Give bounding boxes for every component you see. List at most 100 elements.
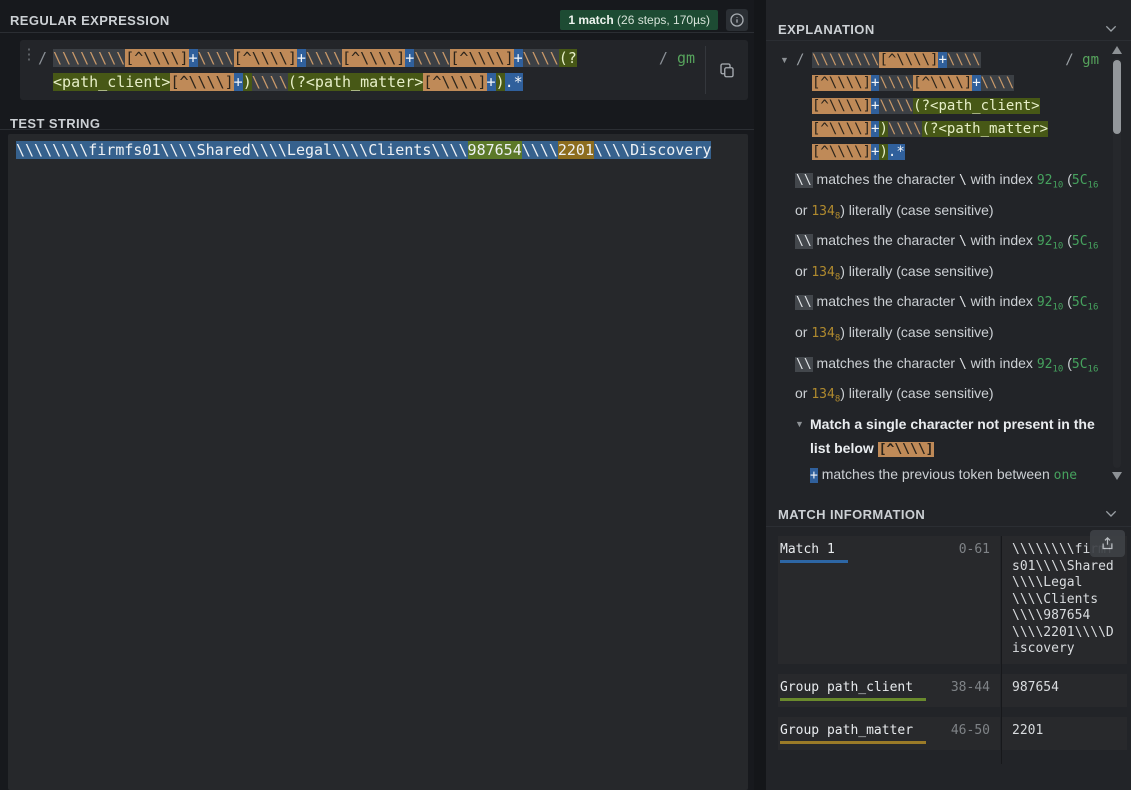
chevron-down-icon xyxy=(1103,506,1119,522)
match-label: Group path_client xyxy=(780,680,926,701)
regex-debugger-info-button[interactable] xyxy=(726,9,748,31)
green-token: 9210 xyxy=(1037,234,1064,249)
group-row[interactable]: Group path_client 38-44 987654 xyxy=(778,674,1127,707)
regex-token-cls: [^\\\\] xyxy=(812,121,871,137)
regex-token-esc: \\\\\\\\ xyxy=(53,49,125,67)
regex-token-quant: + xyxy=(234,73,243,91)
regex-token-group: ) xyxy=(879,121,887,137)
regex-token-quant: + xyxy=(297,49,306,67)
match-value-cell: 987654 xyxy=(1002,674,1127,707)
explanation-item[interactable]: \\ matches the character \ with index 92… xyxy=(795,351,1099,412)
explanation-collapse-button[interactable] xyxy=(1101,19,1121,39)
test-segment-client: 987654 xyxy=(468,141,522,159)
explanation-item[interactable]: + matches the previous token between one… xyxy=(810,462,1099,485)
explanation-item-list: \\ matches the character \ with index 92… xyxy=(780,164,1099,485)
green-token: 9210 xyxy=(1037,173,1064,188)
explanation-header: EXPLANATION xyxy=(778,18,1121,40)
chip-tan-token: [^\\\\] xyxy=(878,442,935,457)
text-segment: ( xyxy=(1063,232,1072,248)
explanation-title: EXPLANATION xyxy=(778,22,875,37)
regex-token-esc: \\\\\\\\ xyxy=(812,52,879,68)
scrollbar-down-arrow-icon[interactable] xyxy=(1112,472,1122,480)
green-token: 5C16 xyxy=(1072,357,1099,372)
match-row[interactable]: Match 10-61\\\\\\\\firmfs01\\\\Shared\\\… xyxy=(778,536,1127,664)
regex-token-quant: + xyxy=(487,73,496,91)
regex-token-line: [^\\\\]+)\\\\(?<path_matter> xyxy=(812,118,1048,141)
text-segment: matches the character xyxy=(813,293,959,309)
drag-handle-icon[interactable]: ⋮ xyxy=(20,40,38,100)
match-count: 1 match xyxy=(568,13,613,27)
regex-token-group: ) xyxy=(496,73,505,91)
explanation-item[interactable]: \\ matches the character \ with index 92… xyxy=(795,228,1099,289)
chip-gray-token: \\ xyxy=(795,295,813,310)
mono-token: \ xyxy=(959,234,967,249)
test-segment-match: \\\\\\\\firmfs01\\\\Shared\\\\Legal\\\\C… xyxy=(16,141,468,159)
regex-token-line: [^\\\\]+\\\\[^\\\\]+\\\\ xyxy=(812,72,1048,95)
regex-token-group: (?<path_matter> xyxy=(922,121,1048,137)
text-segment: with index xyxy=(967,293,1037,309)
regex-token-esc: \\\\ xyxy=(523,49,559,67)
match-info-collapse-button[interactable] xyxy=(1101,504,1121,524)
orange-token: 1348 xyxy=(811,265,840,280)
regex-editor-panel: REGULAR EXPRESSION 1 match (26 steps, 17… xyxy=(0,0,754,790)
regex-token-group: <path_client> xyxy=(53,73,170,91)
regex-token-group: (?<path_client> xyxy=(913,98,1039,114)
orange-token: 1348 xyxy=(811,204,840,219)
right-sidebar: EXPLANATION ▼ / \\\\\\\\[^\\\\]+\\\\[^\\… xyxy=(766,0,1131,790)
regex-section-title: REGULAR EXPRESSION xyxy=(10,13,170,28)
scrollbar-thumb[interactable] xyxy=(1113,60,1121,134)
copy-icon xyxy=(718,61,736,79)
match-label: Match 1 xyxy=(780,542,848,563)
export-matches-button[interactable] xyxy=(1090,530,1125,557)
test-segment-match: \\\\Discovery xyxy=(594,141,711,159)
regex-token-cls: [^\\\\] xyxy=(812,75,871,91)
test-string-header: TEST STRING xyxy=(10,112,748,134)
regex-token-line: [^\\\\]+).* xyxy=(812,141,1048,164)
match-count-badge[interactable]: 1 match (26 steps, 170µs) xyxy=(560,10,718,30)
explanation-group-heading[interactable]: ▼Match a single character not present in… xyxy=(810,412,1099,462)
green-token: 5C16 xyxy=(1072,173,1099,188)
regex-token-cls: [^\\\\] xyxy=(234,49,297,67)
text-segment: matches the character xyxy=(813,232,959,248)
text-segment: or xyxy=(795,324,811,340)
tree-collapse-icon[interactable]: ▼ xyxy=(780,49,796,164)
chip-gray-token: \\ xyxy=(795,173,813,188)
test-segment-match: \\\\ xyxy=(522,141,558,159)
match-label: Group path_matter xyxy=(780,723,926,744)
copy-regex-button[interactable] xyxy=(716,59,738,81)
regex-pattern[interactable]: \\\\\\\\[^\\\\]+\\\\[^\\\\]+\\\\[^\\\\]+… xyxy=(47,40,655,100)
regex-header-right: 1 match (26 steps, 170µs) xyxy=(560,9,748,31)
regex-token-quant: .* xyxy=(888,144,905,160)
text-segment: ) literally (case sensitive) xyxy=(840,263,993,279)
group-row[interactable]: Group path_matter46-502201 xyxy=(778,717,1127,750)
regex-token-group: (? xyxy=(559,49,577,67)
regex-flags[interactable]: / gm xyxy=(655,40,705,100)
regex-token-esc: \\\\ xyxy=(879,98,913,114)
regex-token-cls: [^\\\\] xyxy=(342,49,405,67)
explanation-regex-node[interactable]: ▼ / \\\\\\\\[^\\\\]+\\\\[^\\\\]+\\\\[^\\… xyxy=(780,49,1099,164)
test-string-editor[interactable]: \\\\\\\\firmfs01\\\\Shared\\\\Legal\\\\C… xyxy=(8,134,748,790)
test-string-content[interactable]: \\\\\\\\firmfs01\\\\Shared\\\\Legal\\\\C… xyxy=(16,141,740,160)
orange-token: 1348 xyxy=(811,326,840,341)
regex-open-delimiter: / xyxy=(796,49,812,164)
text-segment: or xyxy=(795,385,811,401)
text-segment: with index xyxy=(967,355,1037,371)
text-segment: ( xyxy=(1063,355,1072,371)
regex-token-cls: [^\\\\] xyxy=(125,49,188,67)
text-segment: ( xyxy=(1063,171,1072,187)
tree-collapse-icon[interactable]: ▼ xyxy=(795,413,811,436)
explanation-scrollbar[interactable] xyxy=(1111,46,1123,480)
match-range: 38-44 xyxy=(951,680,990,695)
green-token: 9210 xyxy=(1037,295,1064,310)
scrollbar-up-arrow-icon[interactable] xyxy=(1112,46,1122,54)
regex-input[interactable]: ⋮ / \\\\\\\\[^\\\\]+\\\\[^\\\\]+\\\\[^\\… xyxy=(20,40,748,100)
match-label-cell: Group path_matter46-50 xyxy=(778,717,1000,750)
explanation-regex-pattern: \\\\\\\\ [^\\\\]+\\\\[^\\\\]+\\\\ [^\\\\]+… xyxy=(812,49,1048,164)
text-segment: matches the previous token between xyxy=(818,466,1054,482)
mono-token: \ xyxy=(959,357,967,372)
explanation-item[interactable]: \\ matches the character \ with index 92… xyxy=(795,167,1099,228)
regex-token-cls: [^\\\\] xyxy=(913,75,972,91)
chip-gray-token: \\ xyxy=(795,234,813,249)
regex-token-cls: [^\\\\] xyxy=(423,73,486,91)
explanation-item[interactable]: \\ matches the character \ with index 92… xyxy=(795,289,1099,350)
